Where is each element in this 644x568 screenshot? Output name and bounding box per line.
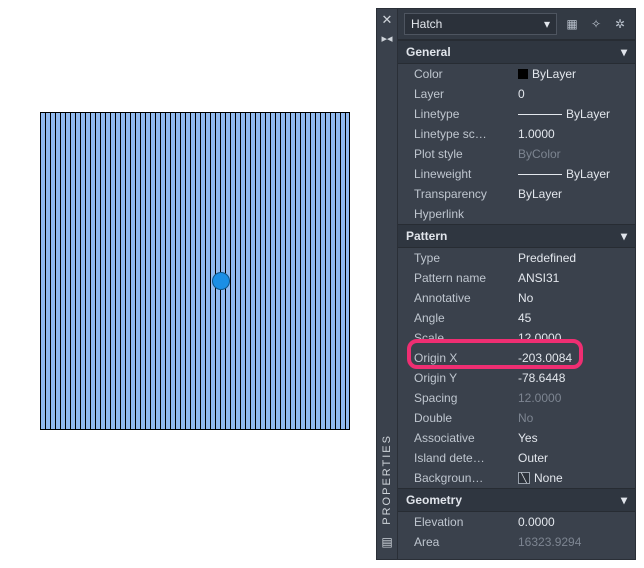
- collapse-arrow-icon: ▾: [621, 493, 627, 507]
- prop-value: 12.0000: [518, 331, 561, 345]
- category-pattern-title: Pattern: [406, 229, 447, 243]
- prop-label: Color: [398, 67, 514, 81]
- prop-label: Elevation: [398, 515, 514, 529]
- category-pattern-rows: Type Predefined Pattern name ANSI31 Anno…: [398, 248, 635, 488]
- prop-row-linetype[interactable]: Linetype ByLayer: [398, 104, 635, 124]
- prop-label: Transparency: [398, 187, 514, 201]
- prop-value: 12.0000: [518, 391, 561, 405]
- collapse-arrow-icon: ▾: [621, 229, 627, 243]
- prop-label: Annotative: [398, 291, 514, 305]
- prop-label: Spacing: [398, 391, 514, 405]
- category-geometry-header[interactable]: Geometry ▾: [398, 488, 635, 512]
- prop-value: -203.0084: [518, 351, 572, 365]
- prop-row-elevation[interactable]: Elevation 0.0000: [398, 512, 635, 532]
- prop-value: Yes: [518, 431, 538, 445]
- prop-value: 0: [518, 87, 525, 101]
- prop-row-annotative[interactable]: Annotative No: [398, 288, 635, 308]
- prop-row-transparency[interactable]: Transparency ByLayer: [398, 184, 635, 204]
- prop-row-origin-x[interactable]: Origin X -203.0084: [398, 348, 635, 368]
- quick-select-icon[interactable]: ✲: [611, 15, 629, 33]
- linetype-swatch-icon: [518, 114, 562, 115]
- prop-value: No: [518, 291, 533, 305]
- prop-value: Outer: [518, 451, 548, 465]
- prop-row-pattern-name[interactable]: Pattern name ANSI31: [398, 268, 635, 288]
- prop-label: Scale: [398, 331, 514, 345]
- palette-header: Hatch ▾ ▦ ✧ ✲: [398, 9, 635, 40]
- category-geometry-rows: Elevation 0.0000 Area 16323.9294: [398, 512, 635, 552]
- select-objects-icon[interactable]: ✧: [587, 15, 605, 33]
- object-type-select[interactable]: Hatch ▾: [404, 13, 557, 35]
- category-geometry-title: Geometry: [406, 493, 462, 507]
- prop-label: Backgroun…: [398, 471, 514, 485]
- prop-label: Hyperlink: [398, 207, 514, 221]
- collapse-arrow-icon: ▾: [621, 45, 627, 59]
- prop-row-spacing: Spacing 12.0000: [398, 388, 635, 408]
- prop-label: Layer: [398, 87, 514, 101]
- prop-value: No: [518, 411, 533, 425]
- prop-row-double: Double No: [398, 408, 635, 428]
- prop-value: ByLayer: [518, 187, 562, 201]
- prop-label: Origin Y: [398, 371, 514, 385]
- collapse-icon[interactable]: ▸◂: [381, 34, 392, 45]
- prop-row-angle[interactable]: Angle 45: [398, 308, 635, 328]
- prop-label: Double: [398, 411, 514, 425]
- prop-row-associative[interactable]: Associative Yes: [398, 428, 635, 448]
- prop-value: ByColor: [518, 147, 561, 161]
- properties-palette: ✕ ▸◂ PROPERTIES ▤ Hatch ▾ ▦ ✧ ✲ General …: [376, 8, 636, 560]
- color-swatch-icon: [518, 69, 528, 79]
- none-swatch-icon: ╲: [518, 472, 530, 484]
- prop-label: Pattern name: [398, 271, 514, 285]
- palette-rail: ✕ ▸◂ PROPERTIES ▤: [376, 8, 398, 560]
- prop-label: Origin X: [398, 351, 514, 365]
- prop-value: None: [534, 471, 563, 485]
- prop-row-area: Area 16323.9294: [398, 532, 635, 552]
- prop-label: Island dete…: [398, 451, 514, 465]
- prop-row-origin-y[interactable]: Origin Y -78.6448: [398, 368, 635, 388]
- category-general-title: General: [406, 45, 451, 59]
- prop-row-linetype-scale[interactable]: Linetype sc… 1.0000: [398, 124, 635, 144]
- prop-value: 16323.9294: [518, 535, 581, 549]
- prop-value: ByLayer: [532, 67, 576, 81]
- prop-value: ByLayer: [566, 107, 610, 121]
- category-general-rows: Color ByLayer Layer 0 Linetype ByLayer L…: [398, 64, 635, 224]
- prop-value: Predefined: [518, 251, 576, 265]
- prop-value: 45: [518, 311, 531, 325]
- prop-row-background-color[interactable]: Backgroun… ╲ None: [398, 468, 635, 488]
- palette-title: PROPERTIES: [381, 434, 393, 525]
- prop-label: Linetype sc…: [398, 127, 514, 141]
- options-icon[interactable]: ▤: [381, 535, 392, 549]
- prop-row-scale[interactable]: Scale 12.0000: [398, 328, 635, 348]
- prop-label: Lineweight: [398, 167, 514, 181]
- prop-label: Linetype: [398, 107, 514, 121]
- prop-row-type[interactable]: Type Predefined: [398, 248, 635, 268]
- prop-value: ANSI31: [518, 271, 559, 285]
- prop-value: 1.0000: [518, 127, 555, 141]
- prop-value: 0.0000: [518, 515, 555, 529]
- prop-row-lineweight[interactable]: Lineweight ByLayer: [398, 164, 635, 184]
- category-general-header[interactable]: General ▾: [398, 40, 635, 64]
- object-type-value: Hatch: [411, 17, 442, 31]
- prop-label: Area: [398, 535, 514, 549]
- prop-value: -78.6448: [518, 371, 565, 385]
- prop-row-island-detection[interactable]: Island dete… Outer: [398, 448, 635, 468]
- prop-row-layer[interactable]: Layer 0: [398, 84, 635, 104]
- prop-value: ByLayer: [566, 167, 610, 181]
- prop-label: Angle: [398, 311, 514, 325]
- lineweight-swatch-icon: [518, 174, 562, 175]
- selection-grip[interactable]: [212, 272, 230, 290]
- hatch-object[interactable]: [40, 112, 350, 430]
- pickadd-icon[interactable]: ▦: [563, 15, 581, 33]
- category-pattern-header[interactable]: Pattern ▾: [398, 224, 635, 248]
- chevron-down-icon: ▾: [544, 17, 550, 31]
- close-icon[interactable]: ✕: [382, 13, 393, 26]
- prop-label: Associative: [398, 431, 514, 445]
- palette-body: Hatch ▾ ▦ ✧ ✲ General ▾ Color ByLayer La…: [398, 8, 636, 560]
- prop-label: Plot style: [398, 147, 514, 161]
- prop-row-hyperlink[interactable]: Hyperlink: [398, 204, 635, 224]
- prop-row-plot-style: Plot style ByColor: [398, 144, 635, 164]
- prop-label: Type: [398, 251, 514, 265]
- prop-row-color[interactable]: Color ByLayer: [398, 64, 635, 84]
